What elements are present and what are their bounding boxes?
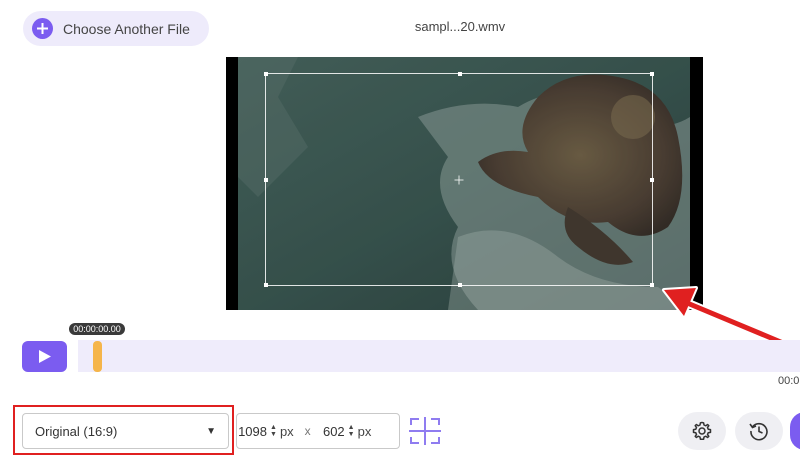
history-icon	[749, 422, 768, 441]
crop-box[interactable]	[264, 72, 654, 287]
width-input[interactable]: 1098	[237, 424, 267, 439]
height-unit: px	[357, 423, 372, 439]
height-spin-icon[interactable]: ▲ ▼	[348, 424, 355, 438]
timeline-scrub-handle[interactable]	[93, 341, 102, 372]
choose-another-file-label: Choose Another File	[63, 20, 190, 37]
aspect-ratio-value: Original (16:9)	[35, 423, 118, 439]
gear-icon	[692, 421, 712, 440]
crop-handle-top[interactable]	[458, 72, 462, 76]
video-preview	[226, 57, 703, 310]
crop-handle-top-left[interactable]	[264, 72, 268, 76]
crop-handle-top-right[interactable]	[650, 72, 654, 76]
crop-handle-bottom-left[interactable]	[264, 283, 268, 287]
height-input[interactable]: 602	[323, 424, 345, 439]
file-name: sampl...20.wmv	[414, 19, 506, 34]
crop-handle-right[interactable]	[650, 178, 654, 182]
crop-center-mark	[454, 175, 464, 184]
choose-another-file-button[interactable]: Choose Another File	[23, 11, 209, 46]
width-unit: px	[279, 423, 294, 439]
end-time: 00:0	[778, 375, 800, 387]
crop-handle-left[interactable]	[264, 178, 268, 182]
plus-icon	[32, 18, 53, 39]
play-button[interactable]	[22, 341, 67, 372]
history-button[interactable]	[735, 412, 783, 450]
current-time-badge: 00:00:00.00	[69, 323, 125, 335]
width-spin-icon[interactable]: ▲ ▼	[270, 424, 277, 438]
center-crop-button[interactable]	[407, 415, 443, 447]
timeline-track[interactable]	[78, 340, 800, 372]
settings-button[interactable]	[678, 412, 726, 450]
export-button[interactable]	[790, 412, 800, 450]
play-icon	[38, 350, 51, 363]
crop-handle-bottom[interactable]	[458, 283, 462, 287]
aspect-ratio-select[interactable]: Original (16:9) ▼	[22, 413, 229, 449]
chevron-down-icon: ▼	[206, 425, 216, 437]
times-sign: x	[304, 424, 311, 438]
crop-size-fields: 1098 ▲ ▼ px x 602 ▲ ▼ px	[236, 413, 400, 449]
center-crop-icon	[409, 417, 441, 445]
